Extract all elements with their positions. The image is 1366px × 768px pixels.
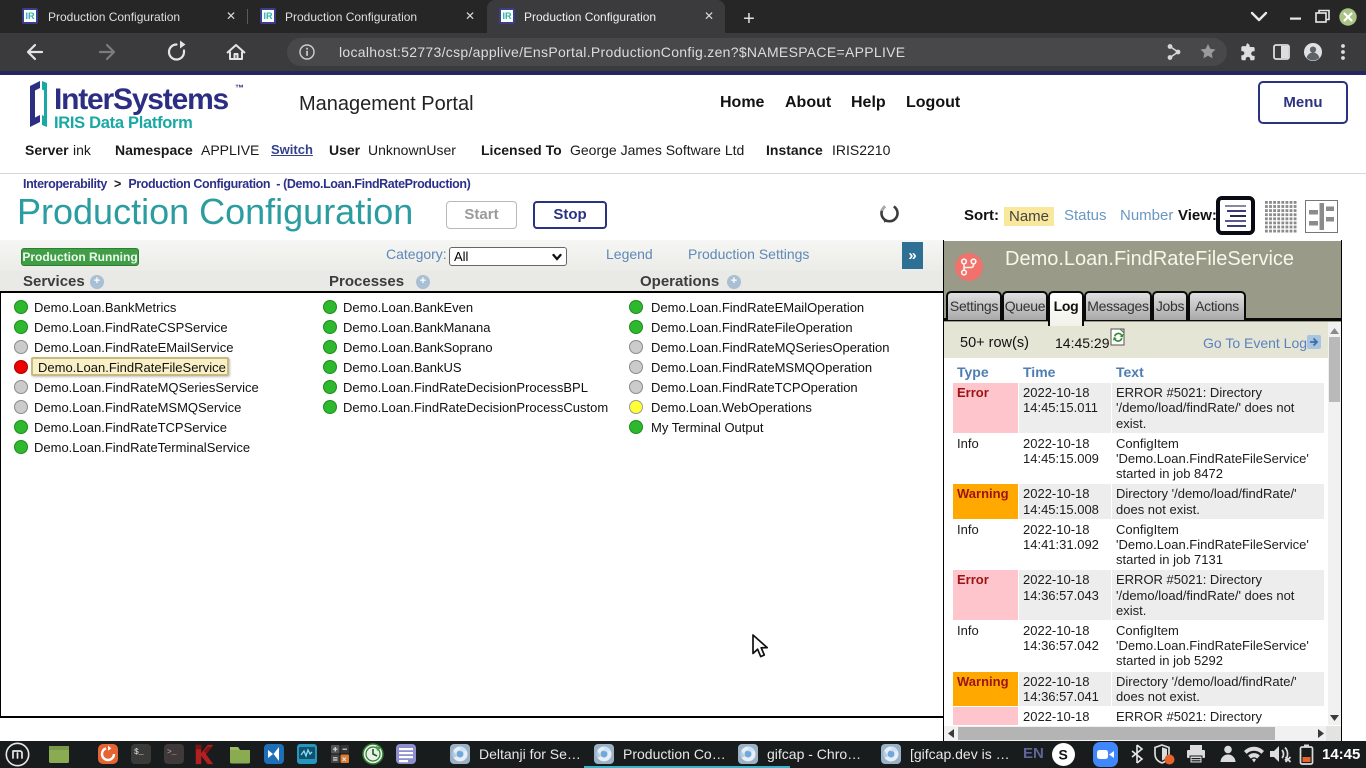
svg-text:S: S	[1059, 747, 1068, 763]
svg-text:>_: >_	[167, 748, 177, 757]
svg-text:$_: $_	[134, 748, 144, 757]
svg-text:IRIS Data Platform: IRIS Data Platform	[54, 114, 193, 132]
svg-text:InterSystems: InterSystems	[54, 83, 229, 116]
svg-text:™: ™	[235, 83, 244, 93]
